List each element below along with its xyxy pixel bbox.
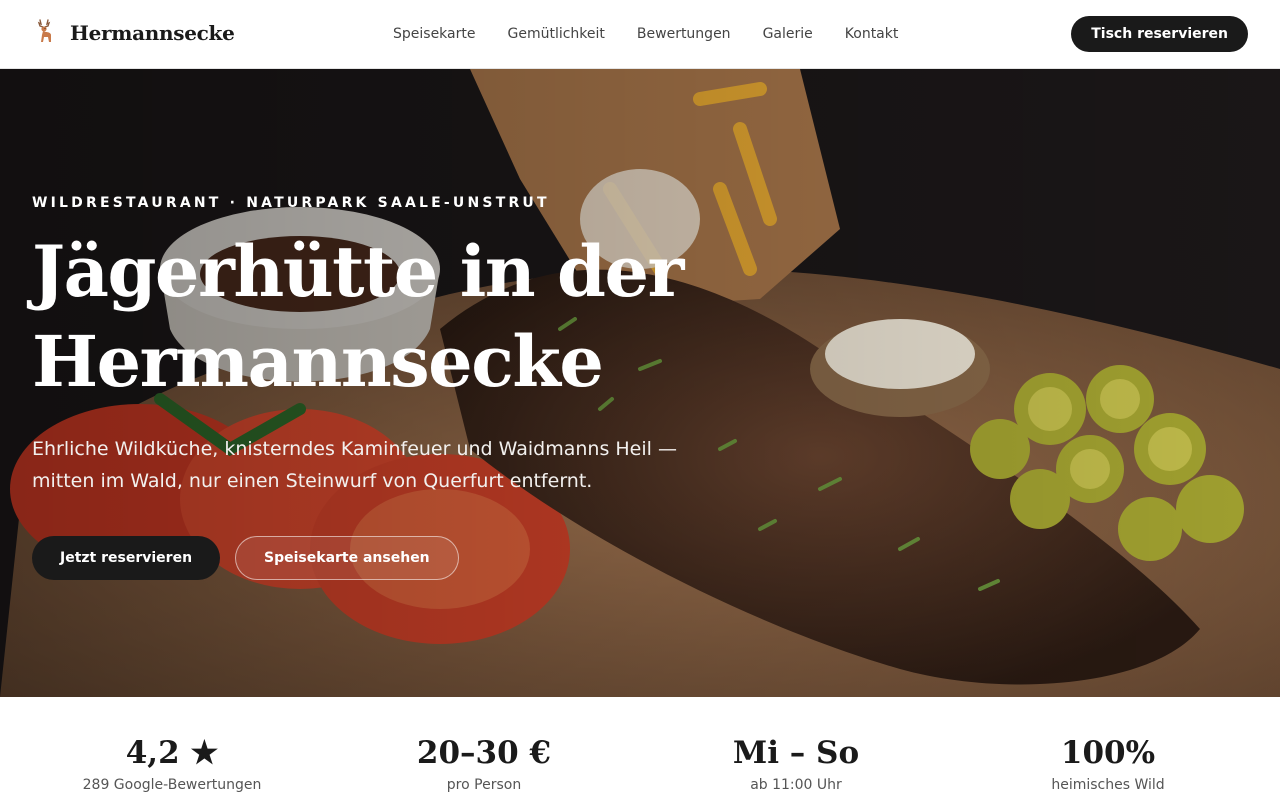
stats-bar: 4,2 ★ 289 Google-Bewertungen 20–30 € pro… (0, 697, 1280, 800)
hero-title: Jägerhütte in der Hermannsecke (32, 230, 684, 403)
nav-link-galerie[interactable]: Galerie (747, 18, 829, 50)
reserve-now-button[interactable]: Jetzt reservieren (32, 536, 221, 580)
stat-opening-days: Mi – So ab 11:00 Uhr (640, 697, 952, 800)
stat-label: 289 Google-Bewertungen (82, 777, 262, 793)
hero-eyebrow: WILDRESTAURANT · NATURPARK SAALE-UNSTRUT (32, 195, 550, 211)
stat-value: 100% (1060, 735, 1156, 771)
site-header: Hermannsecke Speisekarte Gemütlichkeit B… (0, 0, 1280, 69)
view-menu-button[interactable]: Speisekarte ansehen (235, 536, 459, 580)
main-nav: Speisekarte Gemütlichkeit Bewertungen Ga… (377, 0, 914, 68)
nav-link-gemuetlichkeit[interactable]: Gemütlichkeit (491, 18, 620, 50)
stat-label: ab 11:00 Uhr (750, 777, 842, 793)
reserve-table-button[interactable]: Tisch reservieren (1071, 16, 1248, 52)
hero-content: WILDRESTAURANT · NATURPARK SAALE-UNSTRUT… (32, 195, 752, 580)
brand-logo[interactable]: Hermannsecke (34, 16, 235, 50)
stat-rating: 4,2 ★ 289 Google-Bewertungen (16, 697, 328, 800)
stat-local-game: 100% heimisches Wild (952, 697, 1264, 800)
stat-label: heimisches Wild (1051, 777, 1165, 793)
stat-value: 4,2 ★ (125, 735, 219, 771)
hero-section: WILDRESTAURANT · NATURPARK SAALE-UNSTRUT… (0, 69, 1280, 697)
hero-actions: Jetzt reservieren Speisekarte ansehen (32, 536, 752, 580)
hero-subtitle: Ehrliche Wildküche, knisterndes Kaminfeu… (32, 438, 677, 492)
stat-value: Mi – So (732, 735, 860, 771)
stat-price: 20–30 € pro Person (328, 697, 640, 800)
brand-name: Hermannsecke (70, 21, 235, 45)
nav-link-kontakt[interactable]: Kontakt (829, 18, 915, 50)
stat-label: pro Person (446, 777, 522, 793)
nav-link-speisekarte[interactable]: Speisekarte (377, 18, 491, 50)
stat-value: 20–30 € (416, 735, 552, 771)
deer-icon (37, 19, 51, 42)
nav-link-bewertungen[interactable]: Bewertungen (621, 18, 747, 50)
